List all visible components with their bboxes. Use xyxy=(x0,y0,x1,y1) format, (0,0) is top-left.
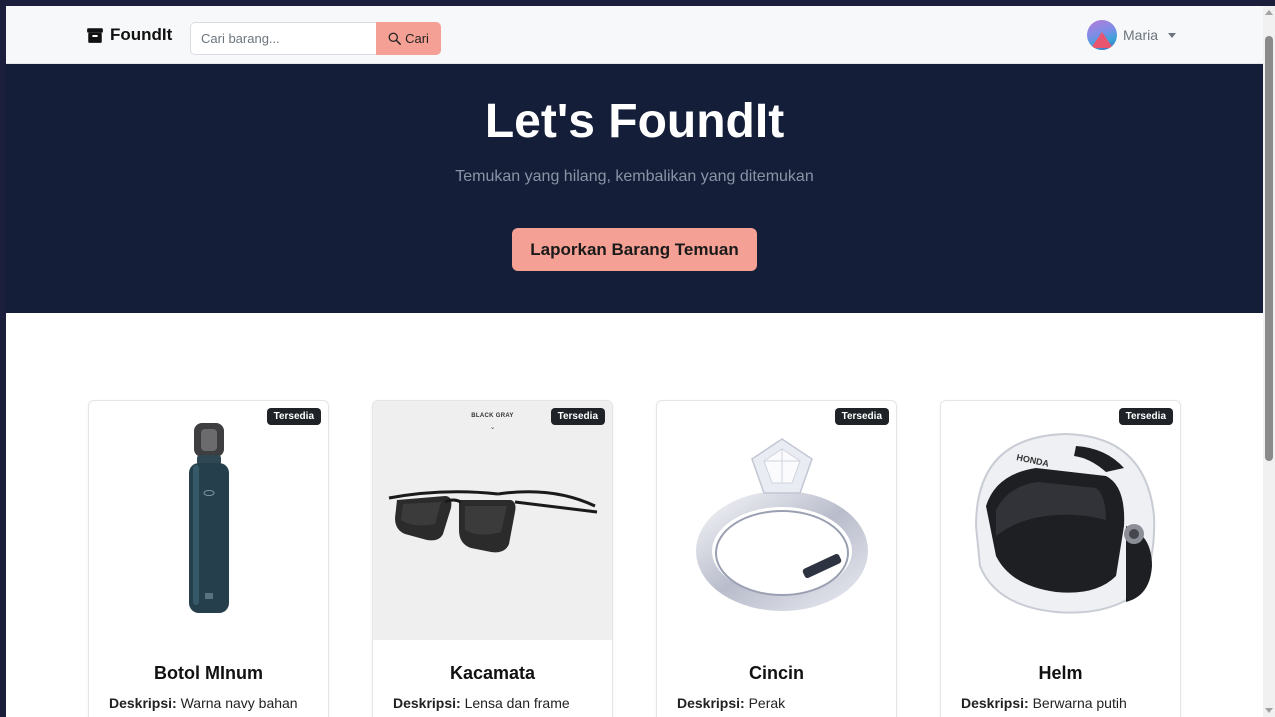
ring-image xyxy=(695,437,868,611)
item-image[interactable] xyxy=(89,401,328,640)
user-name[interactable]: Maria xyxy=(1123,27,1158,43)
description-label: Deskripsi: xyxy=(677,695,745,711)
brand-logo[interactable]: FoundIt xyxy=(86,25,172,45)
item-card-ring[interactable]: Tersedia Cincin Deskripsi: Perak xyxy=(656,400,897,717)
item-card-sunglasses[interactable]: BLACK GRAY ⌄ Tersedia Kacamata Deskripsi… xyxy=(372,400,613,717)
description-text: Berwarna putih xyxy=(1032,695,1127,711)
search-input[interactable] xyxy=(190,22,376,55)
hero-subtitle: Temukan yang hilang, kembalikan yang dit… xyxy=(455,168,814,185)
description-label: Deskripsi: xyxy=(961,695,1029,711)
search-button[interactable]: Cari xyxy=(376,22,441,55)
scroll-down-icon[interactable] xyxy=(1265,708,1273,713)
browser-viewport: FoundIt Cari Maria Let's FoundIt Temukan… xyxy=(6,6,1263,717)
item-title[interactable]: Cincin xyxy=(657,663,896,684)
scroll-up-icon[interactable] xyxy=(1265,10,1273,15)
description-text: Lensa dan frame xyxy=(464,695,570,711)
avatar[interactable] xyxy=(1087,20,1117,50)
status-badge: Tersedia xyxy=(1118,408,1173,425)
helmet-image: HONDA xyxy=(974,432,1155,614)
item-description: Deskripsi: Berwarna putih xyxy=(961,695,1127,711)
item-description: Deskripsi: Lensa dan frame xyxy=(393,695,570,711)
hero-title: Let's FoundIt xyxy=(484,95,785,148)
item-card-helmet[interactable]: HONDA Tersedia Helm Deskripsi: Berwarna … xyxy=(940,400,1181,717)
description-text: Perak xyxy=(748,695,786,711)
scrollbar-thumb[interactable] xyxy=(1265,36,1273,461)
brand-name: FoundIt xyxy=(110,25,173,44)
user-menu[interactable]: Maria xyxy=(1087,20,1177,50)
item-title[interactable]: Kacamata xyxy=(373,663,612,684)
item-description: Deskripsi: Perak xyxy=(677,695,785,711)
navbar: FoundIt Cari Maria xyxy=(6,6,1263,64)
status-badge: Tersedia xyxy=(550,408,605,425)
description-text: Warna navy bahan xyxy=(180,695,298,711)
hero-section: Let's FoundIt Temukan yang hilang, kemba… xyxy=(6,64,1263,313)
status-badge: Tersedia xyxy=(834,408,889,425)
search-icon xyxy=(388,32,401,45)
item-image[interactable] xyxy=(657,401,896,640)
status-badge: Tersedia xyxy=(266,408,321,425)
item-image[interactable]: HONDA xyxy=(941,401,1180,640)
description-label: Deskripsi: xyxy=(393,695,461,711)
item-card-bottle[interactable]: Tersedia Botol MInum Deskripsi: Warna na… xyxy=(88,400,329,717)
chevron-down-icon[interactable] xyxy=(1168,32,1177,38)
item-title[interactable]: Helm xyxy=(941,663,1180,684)
bottle-image xyxy=(188,422,229,613)
box-icon xyxy=(87,28,103,43)
sunglasses-image xyxy=(388,489,597,552)
report-found-item-button[interactable]: Laporkan Barang Temuan xyxy=(512,228,757,271)
search-form: Cari xyxy=(190,22,441,55)
item-description: Deskripsi: Warna navy bahan xyxy=(109,695,298,711)
vertical-scrollbar[interactable] xyxy=(1263,6,1275,717)
item-title[interactable]: Botol MInum xyxy=(89,663,328,684)
item-image[interactable]: BLACK GRAY ⌄ xyxy=(373,401,612,640)
search-button-label: Cari xyxy=(405,31,429,46)
description-label: Deskripsi: xyxy=(109,695,177,711)
